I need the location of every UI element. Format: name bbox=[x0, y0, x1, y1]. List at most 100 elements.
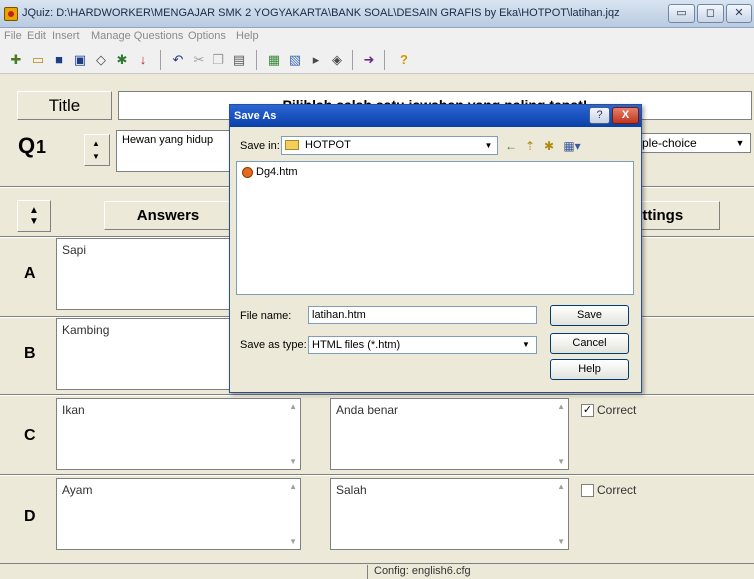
answer-text: Ayam bbox=[62, 483, 93, 497]
answer-text-field[interactable]: Ayam ▲ ▼ bbox=[56, 478, 301, 550]
correct-checkbox[interactable]: ✓ bbox=[581, 404, 594, 417]
toolbar-separator bbox=[160, 50, 161, 70]
spin-up-icon[interactable]: ▲ bbox=[92, 140, 100, 148]
feedback-text: Anda benar bbox=[336, 403, 399, 417]
down-arrow-icon[interactable]: ↓ bbox=[135, 52, 151, 68]
filename-label: File name: bbox=[240, 310, 292, 322]
menu-options[interactable]: Options bbox=[188, 30, 226, 42]
answer-text-field[interactable]: Ikan ▲ ▼ bbox=[56, 398, 301, 470]
scroll-down-icon[interactable]: ▼ bbox=[557, 457, 565, 466]
filetype-label: Save as type: bbox=[240, 339, 307, 351]
save-in-select[interactable]: HOTPOT bbox=[281, 136, 498, 155]
answer-letter: D bbox=[24, 508, 36, 525]
file-list[interactable] bbox=[236, 161, 634, 295]
play-icon[interactable]: ▸ bbox=[308, 52, 324, 68]
chevron-down-icon[interactable]: ▼ bbox=[518, 338, 534, 352]
dialog-help-icon[interactable]: ? bbox=[589, 107, 610, 124]
save-button[interactable]: Save bbox=[550, 305, 629, 326]
close-button[interactable]: ✕ bbox=[726, 4, 752, 23]
status-config: Config: english6.cfg bbox=[367, 565, 752, 579]
window-title: JQuiz: D:\HARDWORKER\MENGAJAR SMK 2 YOGY… bbox=[22, 7, 620, 19]
save-as-icon[interactable]: ▣ bbox=[72, 52, 88, 68]
menu-help[interactable]: Help bbox=[236, 30, 259, 42]
toolbar-separator bbox=[384, 50, 385, 70]
copy-icon[interactable]: ❐ bbox=[210, 52, 226, 68]
spin-up-icon[interactable]: ▲ bbox=[29, 206, 39, 216]
scroll-up-icon[interactable]: ▲ bbox=[289, 402, 297, 411]
feedback-text-field[interactable]: Salah ▲ ▼ bbox=[330, 478, 569, 550]
settings-header-button[interactable]: ettings bbox=[631, 201, 720, 230]
jquiz-app-icon bbox=[4, 7, 18, 21]
chevron-down-icon[interactable]: ▼ bbox=[731, 134, 749, 152]
dialog-title: Save As bbox=[234, 110, 277, 122]
html-file-icon bbox=[242, 167, 253, 178]
file-item[interactable]: Dg4.htm bbox=[256, 166, 298, 178]
open-folder-icon[interactable]: ▭ bbox=[30, 52, 46, 68]
row-divider bbox=[0, 474, 754, 476]
save-icon[interactable]: ■ bbox=[51, 52, 67, 68]
correct-label: Correct bbox=[597, 483, 637, 497]
save-in-label: Save in: bbox=[240, 140, 280, 152]
menu-insert[interactable]: Insert bbox=[52, 30, 80, 42]
help-icon[interactable]: ? bbox=[396, 52, 412, 68]
new-file-icon[interactable]: ✚ bbox=[8, 52, 24, 68]
spin-down-icon[interactable]: ▼ bbox=[92, 153, 100, 161]
paste-icon[interactable]: ▤ bbox=[231, 52, 247, 68]
scroll-up-icon[interactable]: ▲ bbox=[557, 402, 565, 411]
answer-order-spinner[interactable]: ▲ ▼ bbox=[17, 200, 51, 232]
arrow-icon[interactable]: ➜ bbox=[361, 52, 377, 68]
toolbar-separator bbox=[256, 50, 257, 70]
dialog-close-button[interactable]: X bbox=[612, 107, 639, 124]
folder-icon bbox=[285, 140, 299, 150]
chevron-down-icon[interactable]: ▼ bbox=[481, 138, 496, 153]
scroll-down-icon[interactable]: ▼ bbox=[557, 537, 565, 546]
answers-header-button[interactable]: Answers bbox=[104, 201, 232, 230]
menu-edit[interactable]: Edit bbox=[27, 30, 46, 42]
answer-letter: A bbox=[24, 265, 36, 282]
undo-icon[interactable]: ↶ bbox=[170, 52, 186, 68]
up-folder-icon[interactable]: ⇡ bbox=[522, 138, 538, 154]
check-icon: ✓ bbox=[582, 404, 593, 416]
dialog-titlebar bbox=[230, 105, 641, 127]
menu-file[interactable]: File bbox=[4, 30, 22, 42]
question-text-field[interactable]: Hewan yang hidup bbox=[116, 130, 232, 172]
web-icon[interactable]: ◈ bbox=[329, 52, 345, 68]
scroll-down-icon[interactable]: ▼ bbox=[289, 457, 297, 466]
answer-text-field[interactable]: Sapi bbox=[56, 238, 241, 310]
tag-icon[interactable]: ◇ bbox=[93, 52, 109, 68]
question-spinner[interactable]: ▲ ▼ bbox=[84, 134, 110, 166]
menu-manage-questions[interactable]: Manage Questions bbox=[91, 30, 183, 42]
maximize-button[interactable]: ◻ bbox=[697, 4, 724, 23]
scroll-up-icon[interactable]: ▲ bbox=[289, 482, 297, 491]
feedback-text: Salah bbox=[336, 483, 367, 497]
correct-checkbox[interactable] bbox=[581, 484, 594, 497]
filetype-select[interactable]: HTML files (*.htm) bbox=[308, 336, 537, 354]
save-in-value: HOTPOT bbox=[305, 139, 351, 151]
back-icon[interactable]: ← bbox=[503, 138, 519, 154]
help-button[interactable]: Help bbox=[550, 359, 629, 380]
row-divider bbox=[0, 394, 754, 396]
insert-image-icon[interactable]: ▧ bbox=[287, 52, 303, 68]
answer-letter: C bbox=[24, 427, 36, 444]
feedback-text-field[interactable]: Anda benar ▲ ▼ bbox=[330, 398, 569, 470]
answer-text-field[interactable]: Kambing bbox=[56, 318, 241, 390]
question-number: 1 bbox=[36, 137, 47, 157]
scroll-down-icon[interactable]: ▼ bbox=[289, 537, 297, 546]
view-menu-icon[interactable]: ▦▾ bbox=[561, 138, 583, 154]
answer-letter: B bbox=[24, 345, 36, 362]
answer-text: Kambing bbox=[62, 323, 110, 337]
spin-down-icon[interactable]: ▼ bbox=[29, 217, 39, 227]
cancel-button[interactable]: Cancel bbox=[550, 333, 629, 354]
scroll-up-icon[interactable]: ▲ bbox=[557, 482, 565, 491]
minimize-button[interactable]: ▭ bbox=[668, 4, 695, 23]
filename-input[interactable]: latihan.htm bbox=[308, 306, 537, 324]
title-label-button[interactable]: Title bbox=[17, 91, 112, 120]
toolbar-separator bbox=[352, 50, 353, 70]
add-picture-icon[interactable]: ▦ bbox=[266, 52, 282, 68]
answer-text: Ikan bbox=[62, 403, 85, 417]
cut-icon[interactable]: ✂ bbox=[191, 52, 207, 68]
question-label: Q bbox=[18, 133, 36, 158]
new-folder-icon[interactable]: ✱ bbox=[541, 138, 557, 154]
export-icon[interactable]: ✱ bbox=[114, 52, 130, 68]
correct-label: Correct bbox=[597, 403, 637, 417]
